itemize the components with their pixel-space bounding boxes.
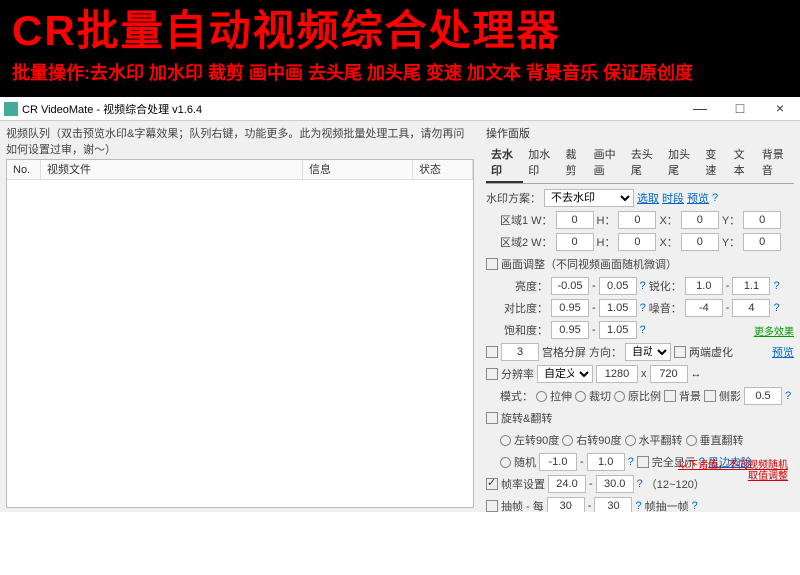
drop-checkbox[interactable] [486, 500, 498, 512]
tab-speed[interactable]: 变速 [700, 143, 728, 183]
help-icon[interactable]: ? [712, 192, 718, 204]
ops-panel-title: 操作面版 [486, 125, 794, 141]
adjust-checkbox[interactable] [486, 258, 498, 270]
rnd-hi[interactable]: 1.0 [587, 453, 625, 471]
fps-checkbox[interactable] [486, 478, 498, 490]
ops-tabs: 去水印 加水印 裁剪 画中画 去头尾 加头尾 变速 文本 背景音 [486, 143, 794, 184]
grid-checkbox[interactable] [486, 346, 498, 358]
mode-side-checkbox[interactable] [704, 390, 716, 402]
window-title: CR VideoMate - 视频综合处理 v1.6.4 [22, 101, 680, 117]
rot-l90-radio[interactable] [500, 435, 511, 446]
tab-pip[interactable]: 画中画 [589, 143, 626, 183]
noise-lo[interactable]: -4 [685, 299, 723, 317]
wm-plan-label: 水印方案： [486, 190, 541, 206]
banner-title: CR批量自动视频综合处理器 [12, 8, 788, 54]
fullshow-checkbox[interactable] [637, 456, 649, 468]
region1-label: 区域1 [500, 212, 528, 228]
grid-preview-link[interactable]: 预览 [772, 344, 794, 360]
queue-label: 视频队列（双击预览水印&字幕效果；队列右键，功能更多。此为视频批量处理工具，请勿… [6, 125, 474, 157]
res-checkbox[interactable] [486, 368, 498, 380]
col-file[interactable]: 视频文件 [41, 160, 303, 179]
r2-w[interactable]: 0 [556, 233, 594, 251]
mode-ratio-radio[interactable] [614, 391, 625, 402]
fps-lo[interactable]: 24.0 [548, 475, 586, 493]
tab-bgm[interactable]: 背景音 [757, 143, 794, 183]
res-w[interactable]: 1280 [596, 365, 638, 383]
wm-plan-select[interactable]: 不去水印 [544, 189, 634, 207]
r1-x[interactable]: 0 [681, 211, 719, 229]
direction-select[interactable]: 自动 [625, 343, 671, 361]
tab-add-watermark[interactable]: 加水印 [523, 143, 560, 183]
select-link[interactable]: 选取 [637, 190, 659, 206]
col-status[interactable]: 状态 [413, 160, 473, 179]
sharp-lo[interactable]: 1.0 [685, 277, 723, 295]
list-header: No. 视频文件 信息 状态 [7, 160, 473, 180]
minimize-button[interactable]: — [680, 97, 720, 121]
r1-h[interactable]: 0 [618, 211, 656, 229]
close-button[interactable]: × [760, 97, 800, 121]
sharp-hi[interactable]: 1.1 [732, 277, 770, 295]
tab-trim-head[interactable]: 去头尾 [626, 143, 663, 183]
window-titlebar: CR VideoMate - 视频综合处理 v1.6.4 — □ × [0, 97, 800, 121]
contrast-hi[interactable]: 1.05 [599, 299, 637, 317]
r2-h[interactable]: 0 [618, 233, 656, 251]
region2-label: 区域2 [500, 234, 528, 250]
noise-hi[interactable]: 4 [732, 299, 770, 317]
col-no[interactable]: No. [7, 160, 41, 179]
track-link[interactable]: 时段 [662, 190, 684, 206]
mode-bg-checkbox[interactable] [664, 390, 676, 402]
preview-link[interactable]: 预览 [687, 190, 709, 206]
mode-crop-radio[interactable] [575, 391, 586, 402]
blur-edges-checkbox[interactable] [674, 346, 686, 358]
maximize-button[interactable]: □ [720, 97, 760, 121]
bright-hi[interactable]: 0.05 [599, 277, 637, 295]
res-mode-select[interactable]: 自定义 [537, 365, 593, 383]
side-val[interactable]: 0.5 [744, 387, 782, 405]
flip-h-radio[interactable] [625, 435, 636, 446]
rnd-lo[interactable]: -1.0 [539, 453, 577, 471]
adjust-label: 画面调整（不同视频画面随机微调） [501, 256, 677, 272]
bright-lo[interactable]: -0.05 [551, 277, 589, 295]
r2-x[interactable]: 0 [681, 233, 719, 251]
r1-w[interactable]: 0 [556, 211, 594, 229]
more-effects-link[interactable]: 更多效果 [754, 323, 794, 338]
r1-y[interactable]: 0 [743, 211, 781, 229]
mode-stretch-radio[interactable] [536, 391, 547, 402]
satur-lo[interactable]: 0.95 [551, 321, 589, 339]
grid-num[interactable]: 3 [501, 343, 539, 361]
tab-add-head[interactable]: 加头尾 [663, 143, 700, 183]
rotate-checkbox[interactable] [486, 412, 498, 424]
r2-y[interactable]: 0 [743, 233, 781, 251]
contrast-lo[interactable]: 0.95 [551, 299, 589, 317]
tab-crop[interactable]: 裁剪 [561, 143, 589, 183]
satur-hi[interactable]: 1.05 [599, 321, 637, 339]
fps-hi[interactable]: 30.0 [596, 475, 634, 493]
res-h[interactable]: 720 [650, 365, 688, 383]
banner-subtitle: 批量操作:去水印 加水印 裁剪 画中画 去头尾 加头尾 变速 加文本 背景音乐 … [12, 60, 788, 87]
col-info[interactable]: 信息 [303, 160, 413, 179]
note-link[interactable]: 以下诸值，不同视频随机取值调整 [678, 460, 788, 482]
swap-icon[interactable]: ↔ [691, 368, 702, 380]
drop-hi[interactable]: 30 [594, 497, 632, 512]
drop-lo[interactable]: 30 [547, 497, 585, 512]
video-queue-list[interactable]: No. 视频文件 信息 状态 [6, 159, 474, 508]
rot-r90-radio[interactable] [562, 435, 573, 446]
tab-text[interactable]: 文本 [729, 143, 757, 183]
tab-remove-watermark[interactable]: 去水印 [486, 143, 523, 183]
flip-v-radio[interactable] [686, 435, 697, 446]
app-icon [4, 102, 18, 116]
random-radio[interactable] [500, 457, 511, 468]
